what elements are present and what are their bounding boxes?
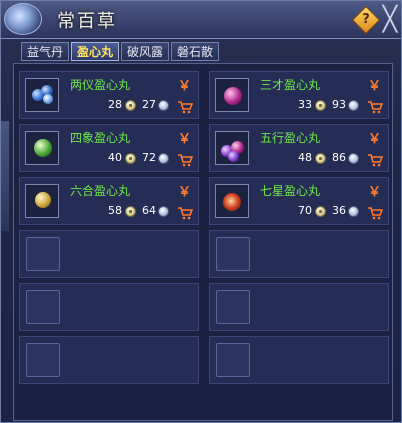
help-icon: ? [362,12,370,27]
cart-icon[interactable] [367,100,383,114]
empty-item-slot [19,230,199,278]
pill-icon [215,78,249,112]
cart-icon[interactable] [367,206,383,220]
title-bar[interactable]: 常百草 ? ╳ [1,1,401,39]
gold-price: 28 [108,98,122,111]
empty-item-slot [209,230,389,278]
empty-item-slot [209,283,389,331]
currency-icon: ￥ [178,79,192,94]
shop-item[interactable]: 两仪盈心丸 ￥ 28 27 [19,71,199,119]
empty-slot-frame [216,237,250,271]
pill-icon [215,131,249,165]
item-name: 六合盈心丸 [70,184,131,198]
silver-price: 27 [142,98,156,111]
shop-emblem-icon [4,3,42,35]
cart-icon[interactable] [367,153,383,167]
window-title: 常百草 [57,11,117,32]
cart-icon[interactable] [177,100,193,114]
shop-item[interactable]: 六合盈心丸 ￥ 58 64 [19,177,199,225]
silver-coin-icon [348,153,359,164]
silver-price: 86 [332,151,346,164]
tab-yingxinwan[interactable]: 盈心丸 [71,42,119,61]
currency-icon: ￥ [368,132,382,147]
item-name: 四象盈心丸 [70,131,131,145]
pill-icon [25,184,59,218]
empty-slot-frame [216,290,250,324]
help-button[interactable]: ? [351,5,381,35]
empty-slot-frame [216,343,250,377]
currency-icon: ￥ [368,79,382,94]
empty-item-slot [19,336,199,384]
gold-price: 48 [298,151,312,164]
shop-item[interactable]: 四象盈心丸 ￥ 40 72 [19,124,199,172]
pill-icon [25,131,59,165]
silver-coin-icon [158,153,169,164]
currency-icon: ￥ [178,185,192,200]
tab-panshisan[interactable]: 磐石散 [171,42,219,61]
silver-coin-icon [348,100,359,111]
gold-price: 70 [298,204,312,217]
item-name: 五行盈心丸 [260,131,321,145]
silver-price: 93 [332,98,346,111]
currency-icon: ￥ [178,132,192,147]
shop-item[interactable]: 五行盈心丸 ￥ 48 86 [209,124,389,172]
cart-icon[interactable] [177,206,193,220]
gold-price: 58 [108,204,122,217]
silver-price: 72 [142,151,156,164]
shop-item[interactable]: 七星盈心丸 ￥ 70 36 [209,177,389,225]
cart-icon[interactable] [177,153,193,167]
empty-item-slot [209,336,389,384]
gold-price: 40 [108,151,122,164]
silver-price: 64 [142,204,156,217]
item-name: 三才盈心丸 [260,78,321,92]
silver-coin-icon [158,100,169,111]
close-button[interactable]: ╳ [380,6,400,32]
shop-window: 常百草 ? ╳ 益气丹 盈心丸 破风露 磐石散 两仪盈心丸 ￥ 28 27 三才… [0,0,402,423]
currency-icon: ￥ [368,185,382,200]
silver-coin-icon [348,206,359,217]
silver-coin-icon [158,206,169,217]
empty-item-slot [19,283,199,331]
pill-icon [25,78,59,112]
close-icon: ╳ [382,5,398,33]
shop-item[interactable]: 三才盈心丸 ￥ 33 93 [209,71,389,119]
empty-slot-frame [26,290,60,324]
silver-price: 36 [332,204,346,217]
side-decoration [1,121,9,231]
empty-slot-frame [26,343,60,377]
pill-icon [215,184,249,218]
item-name: 两仪盈心丸 [70,78,131,92]
item-grid-panel: 两仪盈心丸 ￥ 28 27 三才盈心丸 ￥ 33 93 四象盈心丸 ￥ 40 7… [13,63,393,421]
item-name: 七星盈心丸 [260,184,321,198]
gold-price: 33 [298,98,312,111]
tab-pofenglu[interactable]: 破风露 [121,42,169,61]
tab-yiqidan[interactable]: 益气丹 [21,42,69,61]
empty-slot-frame [26,237,60,271]
